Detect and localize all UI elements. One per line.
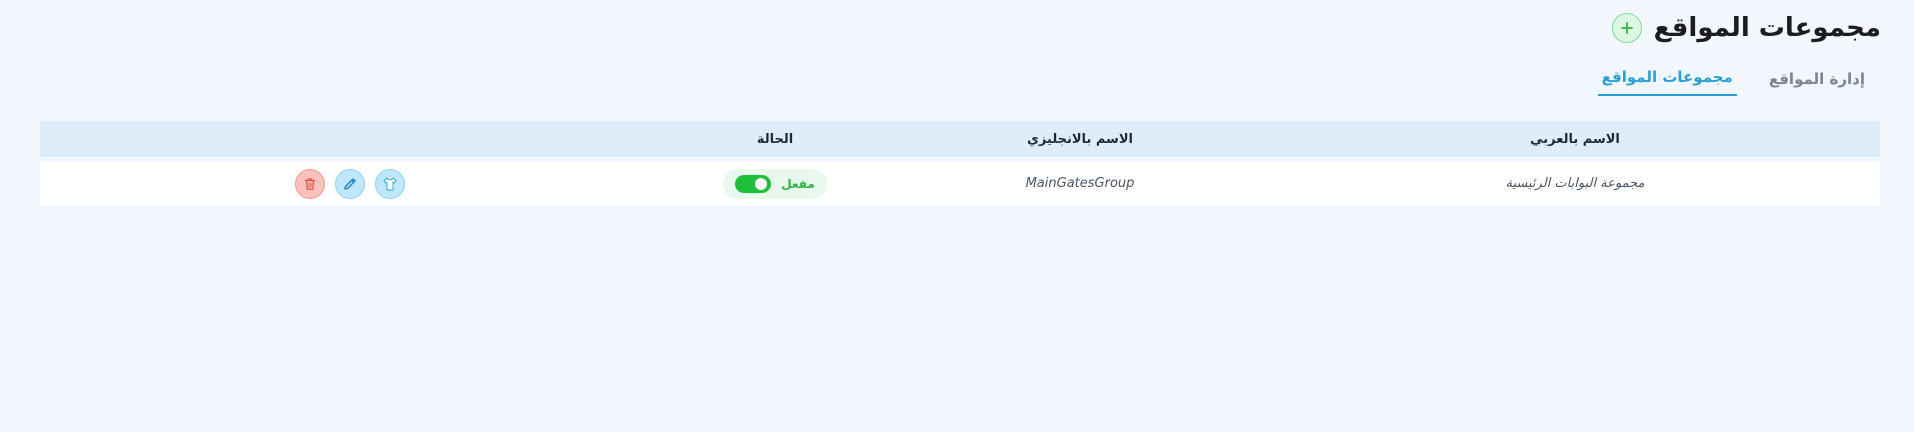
- view-details-button[interactable]: [375, 168, 405, 199]
- table-row: مجموعة البوابات الرئيسية MainGatesGroup …: [40, 162, 1880, 205]
- row-actions: [295, 168, 405, 199]
- edit-button[interactable]: [335, 168, 365, 199]
- cell-status: مفعل: [660, 168, 890, 199]
- cell-actions: [40, 168, 660, 199]
- table-header: الاسم بالعربي الاسم بالانجليزي الحالة: [40, 121, 1880, 157]
- tabs: إدارة المواقع مجموعات المواقع: [1597, 62, 1869, 96]
- trash-icon: [304, 177, 316, 190]
- page-header: مجموعات المواقع: [1611, 10, 1881, 46]
- shirt-icon: [383, 177, 397, 190]
- column-header-status: الحالة: [756, 131, 794, 147]
- toggle-knob: [755, 177, 768, 190]
- plus-icon: [1620, 22, 1633, 34]
- cell-name-en: MainGatesGroup: [1025, 176, 1135, 191]
- site-groups-table: الاسم بالعربي الاسم بالانجليزي الحالة مج…: [40, 121, 1880, 205]
- column-header-name-en: الاسم بالانجليزي: [1027, 131, 1133, 147]
- page-title: مجموعات المواقع: [1653, 13, 1881, 43]
- pencil-icon: [344, 177, 356, 190]
- status-badge: مفعل: [723, 168, 827, 199]
- page: مجموعات المواقع إدارة المواقع مجموعات ال…: [0, 0, 1914, 432]
- cell-name-ar: مجموعة البوابات الرئيسية: [1505, 176, 1645, 191]
- tab-site-groups[interactable]: مجموعات المواقع: [1597, 62, 1737, 96]
- status-label: مفعل: [781, 176, 815, 191]
- status-toggle[interactable]: [735, 174, 772, 193]
- column-header-name-ar: الاسم بالعربي: [1530, 131, 1620, 147]
- add-site-group-button[interactable]: [1611, 13, 1642, 43]
- delete-button[interactable]: [295, 168, 325, 199]
- tab-sites-management[interactable]: إدارة المواقع: [1765, 64, 1869, 96]
